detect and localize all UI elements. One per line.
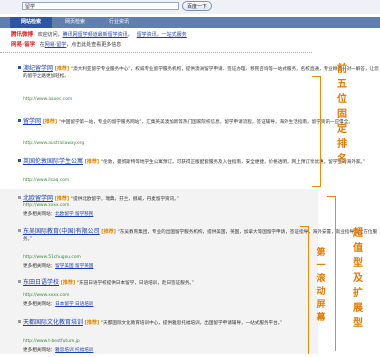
- fixed-rank-label: 前五位固定排名: [337, 64, 347, 165]
- ad-line-1: 腾讯微博 欢迎访问，腾讯网留学频道最新留学资讯， 留学资讯，一站式服务: [11, 32, 187, 38]
- bullet-icon: [18, 119, 21, 122]
- more-sites: 更多相关网站：日本留学 日语培训: [23, 302, 94, 307]
- more-link[interactable]: 留学美国 留学英国: [55, 264, 93, 269]
- result-6: 东田日语学校 [推荐] “东田日语学校提供日本留学，日语培训，赴日签证服务。”: [23, 279, 195, 286]
- more-sites: 更多相关网站：留学美国 留学英国: [23, 264, 94, 269]
- bullet-icon: [18, 66, 21, 69]
- result-title[interactable]: 澳纪留学网: [23, 65, 53, 72]
- result-2: 留学网 [推荐] “中国留学第一站，专业的留学服务网站”，汇集英美澳加新等热门国…: [23, 118, 353, 125]
- result-url[interactable]: http://www.australiaway.org: [23, 141, 84, 146]
- result-title[interactable]: 英国伦敦国际学生公寓: [23, 158, 83, 165]
- ad-link-1a[interactable]: 腾讯网留学频道最新留学资讯: [63, 32, 128, 38]
- result-title[interactable]: 天都国际文化教育培训: [23, 319, 83, 326]
- result-desc: “东田日语学校提供日本留学，日语培训，赴日签证服务。”: [76, 281, 195, 286]
- result-url[interactable]: http://www.xxxx.com: [23, 293, 69, 298]
- result-url[interactable]: http://www.t-bestfuture.jp: [23, 339, 80, 344]
- fixed-bracket: [320, 76, 321, 186]
- ad-link-1b[interactable]: 留学资讯，一站式服务: [137, 32, 187, 38]
- ad-line-2: 网易·留学 在网易·留学，点击此处查看更多信息: [11, 42, 122, 48]
- rolling-screen-label: 第一滚动屏幕: [316, 248, 326, 323]
- result-3: 英国伦敦国际学生公寓 [推荐] “伦敦，曼彻斯特等地学生公寓预订。可获得正版配套…: [23, 158, 366, 165]
- tencent-logo: 腾讯微博: [11, 32, 34, 38]
- result-url[interactable]: http://www.ilsaq.com: [23, 178, 69, 183]
- result-desc: “提供北欧留学，瑞典，芬兰，挪威，丹麦留学资讯。”: [70, 197, 179, 202]
- search-input[interactable]: 留学: [22, 2, 179, 10]
- more-link[interactable]: 日本留学 日语培训: [55, 302, 93, 307]
- more-sites: 更多相关网站：北欧留学 留学移民: [23, 212, 94, 217]
- result-url[interactable]: http://www.51chugou.com: [23, 255, 81, 260]
- tab-site-search[interactable]: 网站检索: [10, 17, 52, 28]
- bullet-icon: [18, 320, 21, 323]
- result-title[interactable]: 留学网: [23, 118, 41, 125]
- result-url[interactable]: http://www.aaoec.com: [23, 97, 72, 102]
- netease-logo: 网易·留学: [11, 42, 36, 48]
- result-title[interactable]: 东吴国际教育(中国)有限公司: [23, 228, 100, 235]
- tab-web-search[interactable]: 网页检索: [54, 17, 96, 28]
- result-desc: “伦敦，曼彻斯特等地学生公寓预订。可获得正版配套服务及入住指南，安全便捷，价格透…: [100, 160, 366, 165]
- result-4: 北欧留学网 [推荐] “提供北欧留学，瑞典，芬兰，挪威，丹麦留学资讯。”: [23, 195, 179, 202]
- tab-industry-news[interactable]: 行业资讯: [98, 17, 140, 28]
- result-1: 澳纪留学网 [推荐] “澳大利亚留学专业服务中心”，权威专业留学服务机构，提供澳…: [23, 65, 379, 79]
- result-desc: “中国留学第一站，专业的留学服务网站”，汇集英美澳加新等热门国家院校信息，留学申…: [58, 120, 353, 125]
- bracket-tick: [312, 186, 321, 187]
- super-bracket: [335, 196, 336, 351]
- result-5: 东吴国际教育(中国)有限公司 [推荐] “东吴教育集团，专业的出国留学服务机构，…: [23, 228, 378, 242]
- ad-link-2a[interactable]: 网易·留学: [45, 42, 67, 48]
- search-button[interactable]: 百度一下: [182, 1, 212, 11]
- more-link[interactable]: 北欧留学 留学移民: [55, 212, 93, 217]
- result-desc: “澳大利亚留学专业服务中心”，权威专业留学服务机构，提供澳洲留学申请、签证办理、…: [23, 67, 379, 79]
- divider: [0, 52, 312, 54]
- more-link[interactable]: 雅思培训 托福培训: [55, 348, 93, 353]
- super-value-label: 超值型及扩展型: [353, 228, 363, 329]
- more-sites: 更多相关网站：雅思培训 托福培训: [23, 348, 94, 353]
- rolling-bracket: [308, 226, 309, 354]
- result-7: 天都国际文化教育培训 [推荐] “天都国际文化教育培训中心，提供雅思托福培训，出…: [23, 319, 283, 326]
- bracket-tick: [300, 226, 309, 227]
- bullet-icon: [18, 280, 21, 283]
- bullet-icon: [18, 229, 21, 232]
- bracket-tick: [312, 76, 321, 77]
- bullet-icon: [18, 196, 21, 199]
- bracket-tick: [327, 196, 336, 197]
- result-desc: “天都国际文化教育培训中心，提供雅思托福培训，出国留学申请辅导，一站式服务平台。…: [100, 321, 283, 326]
- result-title[interactable]: 北欧留学网: [23, 195, 53, 202]
- result-url[interactable]: http://www.xxxx.com: [23, 203, 69, 208]
- bullet-icon: [18, 159, 21, 162]
- result-title[interactable]: 东田日语学校: [23, 279, 59, 286]
